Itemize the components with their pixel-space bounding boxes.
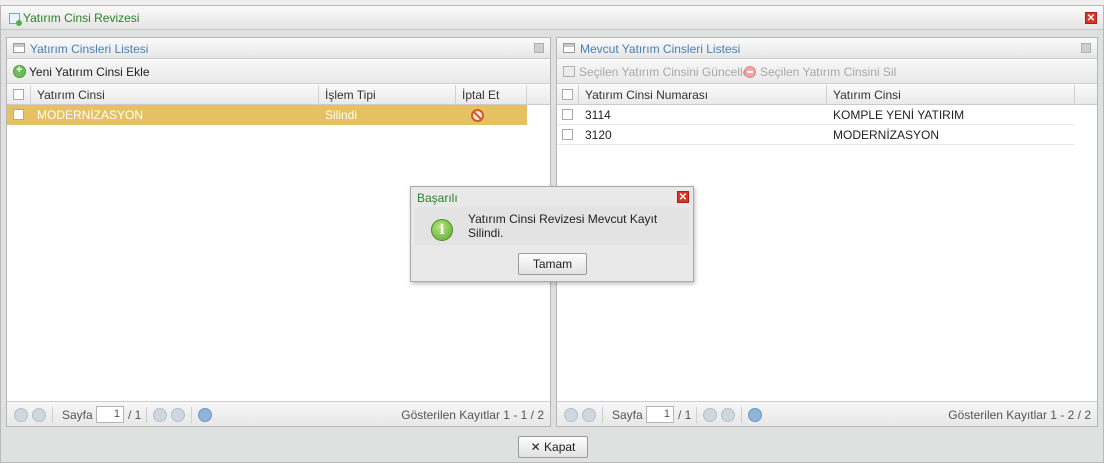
right-panel-header: Mevcut Yatırım Cinsleri Listesi [557, 38, 1097, 59]
pager-separator [741, 407, 742, 423]
cancel-icon[interactable] [471, 109, 484, 122]
select-all-checkbox[interactable] [13, 89, 24, 100]
next-page-icon[interactable] [153, 408, 167, 422]
pager-separator [52, 407, 53, 423]
first-page-icon[interactable] [564, 408, 578, 422]
select-all-checkbox[interactable] [562, 89, 573, 100]
page-label: Sayfa [612, 408, 643, 422]
pager-separator [696, 407, 697, 423]
page-total: / 1 [678, 408, 692, 422]
cell-numara: 3120 [585, 128, 612, 142]
records-info: Gösterilen Kayıtlar 1 - 2 / 2 [948, 408, 1091, 422]
pager-separator [146, 407, 147, 423]
pager-separator [191, 407, 192, 423]
left-grid-header: Yatırım Cinsi İşlem Tipi İptal Et [7, 85, 550, 105]
left-toolbar: Yeni Yatırım Cinsi Ekle [7, 60, 550, 84]
collapse-button[interactable] [1081, 43, 1091, 53]
right-pager: Sayfa 1 / 1 Gösterilen Kayıtlar 1 - 2 / … [557, 401, 1097, 426]
delete-selected-button[interactable]: Seçilen Yatırım Cinsini Sil [760, 65, 896, 79]
select-all-column [557, 85, 579, 105]
column-yatirim-cinsi-numarasi[interactable]: Yatırım Cinsi Numarası [579, 85, 827, 105]
add-icon[interactable] [13, 64, 26, 78]
left-panel-header: Yatırım Cinsleri Listesi [7, 38, 550, 59]
cell-yatirim-cinsi: KOMPLE YENİ YATIRIM [833, 108, 965, 122]
cell-yatirim-cinsi: MODERNİZASYON [833, 128, 940, 142]
page-total: / 1 [128, 408, 142, 422]
table-row[interactable]: MODERNİZASYON Silindi [7, 105, 527, 125]
right-panel-title: Mevcut Yatırım Cinsleri Listesi [580, 42, 741, 56]
row-checkbox[interactable] [562, 109, 573, 120]
first-page-icon[interactable] [14, 408, 28, 422]
refresh-icon[interactable] [198, 408, 212, 422]
right-toolbar: Seçilen Yatırım Cinsini Güncelle Seçilen… [557, 60, 1097, 84]
last-page-icon[interactable] [171, 408, 185, 422]
left-pager: Sayfa 1 / 1 Gösterilen Kayıtlar 1 - 1 / … [7, 401, 550, 426]
table-row[interactable]: 3120 MODERNİZASYON [557, 125, 1075, 145]
table-row[interactable]: 3114 KOMPLE YENİ YATIRIM [557, 105, 1075, 125]
window-add-icon [9, 13, 22, 26]
window-title: Yatırım Cinsi Revizesi [23, 11, 140, 25]
add-yatirim-cinsi-button[interactable]: Yeni Yatırım Cinsi Ekle [29, 65, 150, 79]
page-number-input[interactable]: 1 [646, 406, 674, 423]
cell-yatirim-cinsi: MODERNİZASYON [37, 108, 144, 122]
success-dialog: Başarılı ✕ i Yatırım Cinsi Revizesi Mevc… [410, 186, 694, 282]
row-checkbox[interactable] [562, 129, 573, 140]
pager-separator [602, 407, 603, 423]
column-iptal-et[interactable]: İptal Et [456, 85, 527, 105]
prev-page-icon[interactable] [582, 408, 596, 422]
window-header: Yatırım Cinsi Revizesi ✕ [1, 6, 1103, 30]
column-yatirim-cinsi[interactable]: Yatırım Cinsi [827, 85, 1075, 105]
page-number-input[interactable]: 1 [96, 406, 124, 423]
dialog-title: Başarılı [417, 191, 458, 205]
update-selected-button[interactable]: Seçilen Yatırım Cinsini Güncelle [579, 65, 749, 79]
right-grid-header: Yatırım Cinsi Numarası Yatırım Cinsi [557, 85, 1097, 105]
last-page-icon[interactable] [721, 408, 735, 422]
select-all-column [7, 85, 31, 105]
row-checkbox[interactable] [13, 109, 24, 120]
collapse-button[interactable] [534, 43, 544, 53]
delete-icon [744, 66, 756, 78]
column-yatirim-cinsi[interactable]: Yatırım Cinsi [31, 85, 319, 105]
kapat-button[interactable]: ✕ Kapat [518, 436, 588, 458]
cell-numara: 3114 [585, 108, 611, 122]
next-page-icon[interactable] [703, 408, 717, 422]
grid-icon [13, 43, 25, 53]
left-panel-title: Yatırım Cinsleri Listesi [30, 42, 149, 56]
info-icon: i [431, 219, 453, 241]
prev-page-icon[interactable] [32, 408, 46, 422]
records-info: Gösterilen Kayıtlar 1 - 1 / 2 [401, 408, 544, 422]
tamam-button[interactable]: Tamam [518, 253, 587, 275]
grid-icon [563, 43, 575, 53]
window-footer: ✕ Kapat [1, 430, 1103, 463]
refresh-icon[interactable] [748, 408, 762, 422]
edit-icon [563, 66, 575, 77]
column-islem-tipi[interactable]: İşlem Tipi [319, 85, 456, 105]
cell-islem-tipi: Silindi [325, 108, 358, 122]
dialog-close-button[interactable]: ✕ [677, 191, 689, 203]
window-close-button[interactable]: ✕ [1085, 12, 1097, 24]
page-label: Sayfa [62, 408, 93, 422]
dialog-message: Yatırım Cinsi Revizesi Mevcut Kayıt Sili… [468, 212, 658, 240]
